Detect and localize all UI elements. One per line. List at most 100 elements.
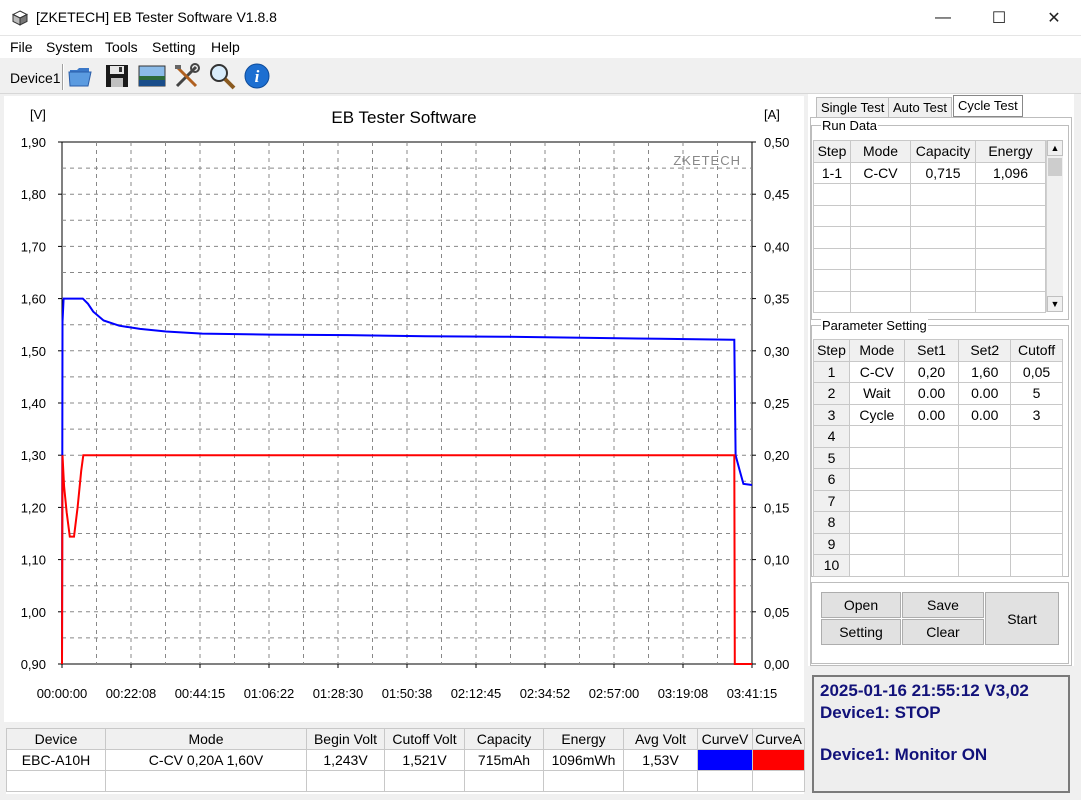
param-col-set1: Set1 (903, 339, 960, 362)
parameter-row[interactable]: 8 (813, 511, 1063, 534)
left-axis-unit: [V] (30, 107, 46, 122)
parameter-cell[interactable] (1010, 532, 1063, 555)
parameter-table[interactable]: Step Mode Set1 Set2 Cutoff 1 C-CV 0,20 1,60… (813, 339, 1063, 577)
parameter-cell[interactable] (958, 554, 1012, 577)
menu-file[interactable]: File (10, 39, 33, 55)
parameter-cell[interactable]: 0.00 (958, 382, 1012, 405)
summary-col-begin-volt: Begin Volt (306, 728, 385, 750)
parameter-cell[interactable]: Wait (848, 382, 905, 405)
parameter-cell[interactable] (958, 511, 1012, 534)
parameter-cell[interactable]: 5 (1010, 382, 1063, 405)
parameter-cell[interactable] (958, 446, 1012, 469)
parameter-cell[interactable] (958, 532, 1012, 555)
app-icon (12, 10, 28, 26)
parameter-row[interactable]: 10 (813, 554, 1063, 577)
parameter-cell[interactable]: 1,60 (958, 360, 1012, 383)
run-data-row[interactable] (813, 183, 1046, 206)
run-data-row[interactable] (813, 204, 1046, 227)
menu-system[interactable]: System (46, 39, 93, 55)
run-data-cell (850, 247, 911, 270)
parameter-cell[interactable]: 3 (1010, 403, 1063, 426)
parameter-row[interactable]: 5 (813, 446, 1063, 469)
parameter-cell[interactable] (958, 489, 1012, 512)
parameter-cell[interactable] (848, 511, 905, 534)
menu-tools[interactable]: Tools (105, 39, 138, 55)
parameter-cell[interactable] (1010, 468, 1063, 491)
scroll-down-icon[interactable]: ▼ (1047, 296, 1063, 312)
open-button[interactable]: Open (821, 592, 901, 618)
close-button[interactable]: ✕ (1031, 0, 1077, 36)
start-button[interactable]: Start (985, 592, 1059, 645)
parameter-cell[interactable]: 0.00 (903, 403, 960, 426)
folder-icon[interactable] (66, 62, 96, 90)
parameter-cell[interactable]: 0.00 (958, 403, 1012, 426)
parameter-cell[interactable] (848, 532, 905, 555)
run-data-row[interactable] (813, 226, 1046, 249)
run-data-row[interactable] (813, 269, 1046, 292)
parameter-row[interactable]: 1 C-CV 0,20 1,60 0,05 (813, 360, 1063, 383)
parameter-cell[interactable]: 0,05 (1010, 360, 1063, 383)
device-selector[interactable]: Device1 (10, 70, 61, 86)
parameter-cell[interactable] (848, 446, 905, 469)
run-data-scrollbar[interactable]: ▲ ▼ (1046, 140, 1063, 312)
parameter-cell[interactable] (958, 425, 1012, 448)
parameter-cell[interactable] (1010, 446, 1063, 469)
tab-auto-test[interactable]: Auto Test (888, 97, 952, 117)
parameter-cell[interactable] (1010, 554, 1063, 577)
parameter-cell[interactable] (848, 489, 905, 512)
parameter-row[interactable]: 6 (813, 468, 1063, 491)
run-data-row[interactable] (813, 247, 1046, 270)
minimize-button[interactable]: — (920, 0, 966, 36)
clear-button[interactable]: Clear (902, 619, 984, 645)
scroll-up-icon[interactable]: ▲ (1047, 140, 1063, 156)
image-icon[interactable] (137, 62, 167, 90)
run-data-cell: C-CV (850, 161, 911, 184)
zoom-icon[interactable] (207, 62, 237, 90)
menu-setting[interactable]: Setting (152, 39, 196, 55)
parameter-cell[interactable]: 0.00 (903, 382, 960, 405)
parameter-cell[interactable] (903, 532, 960, 555)
save-button[interactable]: Save (902, 592, 984, 618)
parameter-cell[interactable] (903, 425, 960, 448)
parameter-cell[interactable] (903, 511, 960, 534)
parameter-cell[interactable] (903, 446, 960, 469)
parameter-cell[interactable] (848, 468, 905, 491)
maximize-button[interactable]: ☐ (976, 0, 1022, 36)
parameter-cell[interactable] (848, 554, 905, 577)
cycle-test-page: Run Data Step Mode Capacity Energy 1-1 C-… (810, 117, 1072, 666)
parameter-cell[interactable] (958, 468, 1012, 491)
parameter-cell[interactable]: 0,20 (903, 360, 960, 383)
summary-cell: 715mAh (464, 749, 544, 771)
run-data-row[interactable] (813, 290, 1046, 313)
tab-single-test[interactable]: Single Test (816, 97, 890, 117)
run-data-label: Run Data (821, 118, 878, 133)
summary-table: Device Mode Begin Volt Cutoff Volt Capacity E… (6, 728, 805, 794)
save-icon[interactable] (102, 62, 132, 90)
toolbar-separator (62, 64, 64, 90)
parameter-cell[interactable] (903, 489, 960, 512)
parameter-cell[interactable] (903, 554, 960, 577)
parameter-row[interactable]: 2 Wait 0.00 0.00 5 (813, 382, 1063, 405)
tab-cycle-test[interactable]: Cycle Test (953, 95, 1023, 117)
parameter-row[interactable]: 9 (813, 532, 1063, 555)
parameter-row[interactable]: 7 (813, 489, 1063, 512)
info-icon[interactable]: i (242, 62, 272, 90)
tools-icon[interactable] (172, 62, 202, 90)
parameter-cell[interactable] (848, 425, 905, 448)
parameter-cell[interactable] (1010, 511, 1063, 534)
setting-button[interactable]: Setting (821, 619, 901, 645)
run-col-mode: Mode (850, 140, 911, 163)
parameter-cell[interactable] (903, 468, 960, 491)
run-data-row[interactable]: 1-1 C-CV 0,715 1,096 (813, 161, 1046, 184)
parameter-cell[interactable]: C-CV (848, 360, 905, 383)
parameter-row[interactable]: 4 (813, 425, 1063, 448)
summary-col-cutoff-volt: Cutoff Volt (384, 728, 465, 750)
parameter-cell[interactable]: Cycle (848, 403, 905, 426)
run-data-cell: 1-1 (813, 161, 851, 184)
scroll-thumb[interactable] (1048, 158, 1062, 176)
parameter-cell[interactable] (1010, 425, 1063, 448)
svg-text:i: i (255, 67, 260, 86)
menu-help[interactable]: Help (211, 39, 240, 55)
parameter-row[interactable]: 3 Cycle 0.00 0.00 3 (813, 403, 1063, 426)
parameter-cell[interactable] (1010, 489, 1063, 512)
